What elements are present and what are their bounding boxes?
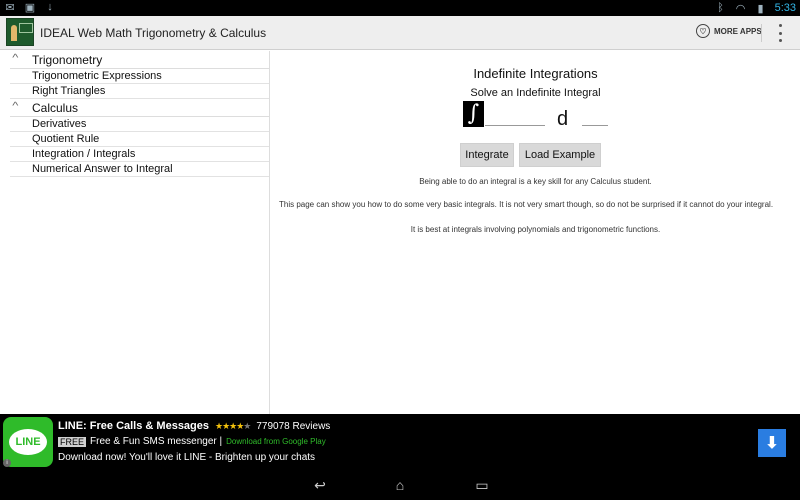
email-icon: ✉ (5, 1, 15, 14)
ad-source: Download from Google Play (226, 437, 326, 446)
download-arrow-icon: ⬇ (765, 435, 779, 452)
differential-label: d (557, 108, 569, 130)
integrate-button[interactable]: Integrate (460, 143, 514, 167)
ad-title: LINE: Free Calls & Messages (58, 420, 210, 432)
home-icon[interactable]: ⌂ (387, 477, 413, 493)
status-time: 5:33 (774, 2, 796, 14)
ad-tagline: Free & Fun SMS messenger | (90, 436, 223, 447)
sidebar-item-derivatives[interactable]: Derivatives (10, 117, 269, 132)
sidebar-item-right-triangles[interactable]: Right Triangles (10, 84, 269, 99)
sidebar-item-integration[interactable]: Integration / Integrals (10, 147, 269, 162)
nav-bar: ↩ ⌂ ▭ (0, 470, 800, 500)
download-icon: ↓ (47, 1, 53, 13)
ad-download-button[interactable]: ⬇ (758, 429, 786, 457)
sidebar-group-trigonometry[interactable]: ^ Trigonometry (10, 51, 269, 69)
ad-info-icon[interactable]: i (3, 459, 11, 467)
free-badge: FREE (58, 436, 87, 447)
ad-reviews: 779078 Reviews (256, 420, 331, 432)
description-paragraph-2: This page can show you how to do some ve… (279, 200, 774, 209)
overflow-menu-icon[interactable] (773, 24, 787, 42)
action-divider (761, 24, 762, 42)
page-subtitle: Solve an Indefinite Integral (470, 87, 601, 99)
more-apps-label: MORE APPS (714, 26, 762, 36)
line-logo-text: LINE (9, 429, 47, 455)
sidebar-group-calculus[interactable]: ^ Calculus (10, 99, 269, 117)
sidebar-item-numerical-answer[interactable]: Numerical Answer to Integral (10, 162, 269, 177)
action-bar: IDEAL Web Math Trigonometry & Calculus ♡… (0, 16, 800, 50)
variable-input[interactable] (582, 125, 608, 126)
description-paragraph-3: It is best at integrals involving polyno… (410, 225, 661, 234)
ad-banner[interactable]: LINE i LINE: Free Calls & Messages ★★★★★… (0, 414, 800, 470)
sidebar-group-label: Trigonometry (32, 53, 103, 67)
wifi-icon: ◠ (735, 2, 746, 15)
sidebar: ^ Trigonometry Trigonometric Expressions… (10, 51, 270, 414)
sidebar-item-trigonometric-expressions[interactable]: Trigonometric Expressions (10, 69, 269, 84)
chevron-up-icon: ^ (12, 101, 19, 112)
rating-stars-filled: ★★★★ (215, 420, 244, 431)
page-title: Indefinite Integrations (473, 66, 598, 81)
image-icon: ▣ (24, 1, 36, 14)
app-title: IDEAL Web Math Trigonometry & Calculus (40, 26, 267, 40)
status-bar: ✉ ▣ ↓ ᛒ ◠ ▮ 5:33 (0, 0, 800, 16)
load-example-button[interactable]: Load Example (519, 143, 601, 167)
ad-description: Download now! You'll love it LINE - Brig… (58, 452, 316, 463)
line-logo-icon: LINE (3, 417, 53, 467)
more-apps-button[interactable]: ♡ MORE APPS (696, 24, 762, 38)
battery-icon: ▮ (757, 2, 764, 15)
integral-symbol: ∫ (463, 101, 484, 127)
main-content: Indefinite Integrations Solve an Indefin… (271, 51, 800, 414)
sidebar-group-label: Calculus (32, 101, 79, 115)
integrand-input[interactable] (485, 125, 545, 126)
heart-icon: ♡ (696, 24, 710, 38)
recent-apps-icon[interactable]: ▭ (469, 477, 495, 493)
description-paragraph-1: Being able to do an integral is a key sk… (419, 177, 652, 186)
chevron-up-icon: ^ (12, 53, 19, 64)
bluetooth-icon: ᛒ (717, 2, 724, 14)
app-logo-icon[interactable] (6, 18, 34, 46)
back-icon[interactable]: ↩ (307, 477, 333, 493)
sidebar-item-quotient-rule[interactable]: Quotient Rule (10, 132, 269, 147)
rating-stars-empty: ★ (243, 420, 251, 431)
